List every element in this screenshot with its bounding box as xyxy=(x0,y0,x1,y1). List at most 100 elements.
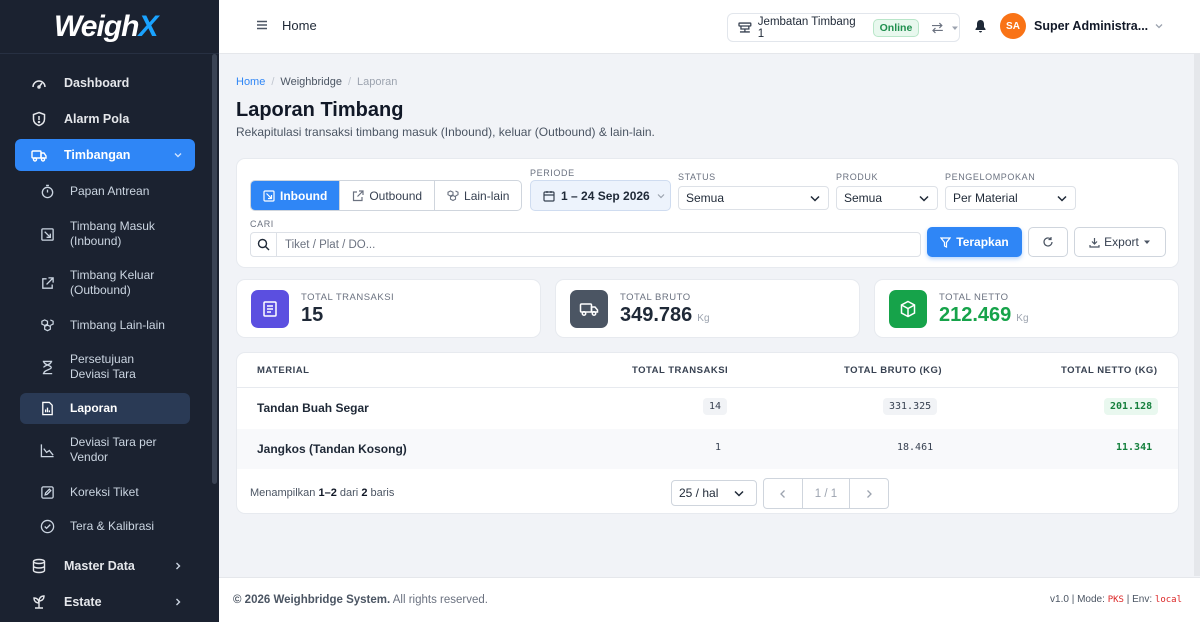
tab-inbound[interactable]: Inbound xyxy=(251,181,341,210)
outbound-icon xyxy=(353,189,364,201)
grouping-select[interactable]: Per Material xyxy=(945,186,1076,210)
avatar[interactable]: SA xyxy=(1000,13,1026,39)
search-input[interactable]: Tiket / Plat / DO... xyxy=(250,232,921,257)
per-page-select[interactable]: 25 / hal xyxy=(671,480,757,506)
scale-icon xyxy=(738,21,752,33)
sidebar-subitem-lain-lain[interactable]: Timbang Lain-lain xyxy=(20,314,190,336)
sidebar-subitem-inbound[interactable]: Timbang Masuk (Inbound) xyxy=(20,218,170,250)
column-header-total-netto[interactable]: TOTAL NETTO (KG) xyxy=(1061,365,1158,376)
produk-select-value: Semua xyxy=(844,191,883,205)
inbound-icon xyxy=(41,227,54,241)
app-logo[interactable]: WeighX xyxy=(0,0,219,54)
truck-icon xyxy=(31,150,47,162)
stat-unit: Kg xyxy=(697,313,710,324)
chevron-down-icon xyxy=(919,195,929,202)
topbar: Home Jembatan Timbang 1 Online SA Super … xyxy=(219,0,1200,54)
stat-card-total-transaksi: TOTAL TRANSAKSI 15 xyxy=(236,279,541,338)
sidebar-subitem-label: Papan Antrean xyxy=(70,183,150,198)
column-header-material[interactable]: MATERIAL xyxy=(257,365,309,376)
sidebar-subitem-label: Timbang Keluar (Outbound) xyxy=(70,268,155,297)
logo-accent: X xyxy=(138,9,158,43)
apply-button[interactable]: Terapkan xyxy=(927,227,1022,257)
chevron-down-icon xyxy=(810,195,820,202)
breadcrumb-weighbridge[interactable]: Weighbridge xyxy=(280,76,342,88)
chevron-down-icon xyxy=(657,193,665,198)
logo-text: Weigh xyxy=(54,9,139,43)
sidebar-subitem-label: Deviasi Tara per Vendor xyxy=(70,435,157,464)
stat-value: 15 xyxy=(301,304,324,326)
chevron-down-icon xyxy=(1057,195,1067,202)
footer-copyright: © 2026 Weighbridge System. All rights re… xyxy=(233,594,488,606)
cell-total-transaksi: 14 xyxy=(703,398,728,415)
grouping-select-value: Per Material xyxy=(953,191,1018,205)
chevron-right-icon xyxy=(176,598,181,606)
sidebar-subitem-label: Laporan xyxy=(70,401,118,415)
sidebar-item-estate[interactable]: Estate xyxy=(15,590,195,614)
sidebar-subitem-persetujuan-deviasi-tara[interactable]: Persetujuan Deviasi Tara xyxy=(20,351,170,383)
chart-line-icon xyxy=(40,443,54,457)
sidebar-item-label: Estate xyxy=(64,595,102,609)
page-title: Laporan Timbang xyxy=(236,99,404,121)
cell-material: Tandan Buah Segar xyxy=(257,401,369,415)
date-range-picker[interactable]: 1 – 24 Sep 2026 xyxy=(530,180,671,211)
stat-icon-box xyxy=(570,290,608,328)
table-row[interactable]: Tandan Buah Segar 14 331.325 201.128 xyxy=(237,388,1178,428)
breadcrumb-home[interactable]: Home xyxy=(236,76,265,88)
refresh-icon xyxy=(1043,237,1053,247)
export-button[interactable]: Export xyxy=(1074,227,1166,257)
database-icon xyxy=(32,558,46,574)
column-header-total-bruto[interactable]: TOTAL BRUTO (KG) xyxy=(844,365,942,376)
bell-icon[interactable] xyxy=(974,19,987,33)
sidebar-item-alarm-pola[interactable]: Alarm Pola xyxy=(15,107,195,131)
weighbridge-selector[interactable]: Jembatan Timbang 1 Online xyxy=(727,13,960,42)
outbound-icon xyxy=(42,276,54,289)
status-badge: Online xyxy=(872,18,920,37)
sidebar-item-timbangan[interactable]: Timbangan xyxy=(15,139,195,171)
column-header-total-transaksi[interactable]: TOTAL TRANSAKSI xyxy=(632,365,728,376)
date-range-value: 1 – 24 Sep 2026 xyxy=(561,188,650,203)
table-row[interactable]: Jangkos (Tandan Kosong) 1 18.461 11.341 xyxy=(237,429,1178,469)
stat-icon-box xyxy=(251,290,289,328)
sidebar-subitem-koreksi-tiket[interactable]: Koreksi Tiket xyxy=(20,481,190,503)
cell-total-netto: 201.128 xyxy=(1104,398,1159,415)
sidebar-subitem-tera-kalibrasi[interactable]: Tera & Kalibrasi xyxy=(20,515,190,537)
sidebar-subitem-outbound[interactable]: Timbang Keluar (Outbound) xyxy=(20,267,170,299)
chevron-down-icon[interactable] xyxy=(1154,22,1164,30)
caret-down-icon xyxy=(1143,240,1150,244)
hamburger-menu-icon[interactable] xyxy=(256,19,268,31)
breadcrumb-current: Laporan xyxy=(357,76,398,88)
stat-label: TOTAL TRANSAKSI xyxy=(301,292,395,303)
chevron-down-icon xyxy=(734,490,744,497)
user-name[interactable]: Super Administra... xyxy=(1034,19,1148,33)
refresh-button[interactable] xyxy=(1028,227,1068,257)
sidebar-subitem-label: Timbang Masuk (Inbound) xyxy=(70,219,155,248)
search-label: CARI xyxy=(250,219,274,229)
footer-mode: PKS xyxy=(1107,595,1124,605)
sidebar-subitem-label: Timbang Lain-lain xyxy=(70,317,165,332)
topbar-home-link[interactable]: Home xyxy=(282,18,317,33)
tab-label: Lain-lain xyxy=(464,188,510,203)
sidebar-subitem-laporan[interactable]: Laporan xyxy=(20,393,190,424)
produk-select[interactable]: Semua xyxy=(836,186,938,210)
next-page-button[interactable] xyxy=(850,479,888,508)
prev-page-button[interactable] xyxy=(764,479,802,508)
sidebar-item-dashboard[interactable]: Dashboard xyxy=(15,71,195,95)
download-icon xyxy=(1089,237,1100,248)
cell-total-transaksi: 1 xyxy=(715,442,722,453)
sidebar-item-master-data[interactable]: Master Data xyxy=(15,554,195,578)
check-circle-icon xyxy=(40,519,55,533)
page-scrollbar[interactable] xyxy=(1194,54,1200,576)
status-label: STATUS xyxy=(678,172,716,182)
tab-outbound[interactable]: Outbound xyxy=(340,181,436,210)
sidebar-subitem-deviasi-tara-vendor[interactable]: Deviasi Tara per Vendor xyxy=(20,434,170,466)
page-indicator: 1 / 1 xyxy=(802,479,850,508)
stat-icon-box xyxy=(889,290,927,328)
export-button-label: Export xyxy=(1104,235,1139,249)
tab-lain-lain[interactable]: Lain-lain xyxy=(435,181,521,210)
sidebar-subitem-papan-antrean[interactable]: Papan Antrean xyxy=(20,180,190,202)
status-select[interactable]: Semua xyxy=(678,186,829,210)
search-placeholder: Tiket / Plat / DO... xyxy=(285,238,376,251)
sidebar-scrollbar[interactable] xyxy=(212,54,217,484)
edit-icon xyxy=(41,485,54,499)
footer-env: local xyxy=(1154,595,1182,605)
